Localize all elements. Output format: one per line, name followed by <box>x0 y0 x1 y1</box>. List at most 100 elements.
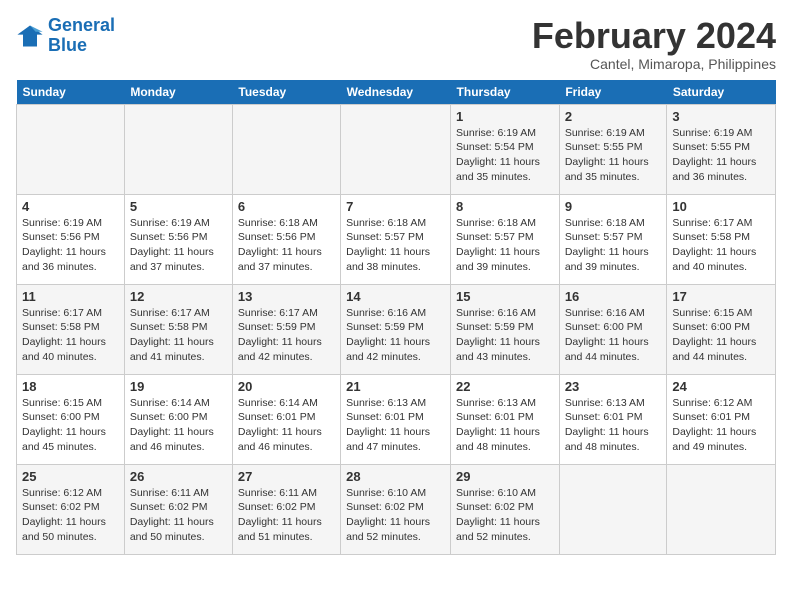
day-number: 2 <box>565 109 662 124</box>
day-of-week-header: Friday <box>559 80 667 105</box>
calendar-day-cell: 13 Sunrise: 6:17 AMSunset: 5:59 PMDayligh… <box>232 284 340 374</box>
day-info: Sunrise: 6:10 AMSunset: 6:02 PMDaylight:… <box>346 486 445 545</box>
day-info: Sunrise: 6:17 AMSunset: 5:58 PMDaylight:… <box>22 306 119 365</box>
calendar-day-cell: 29 Sunrise: 6:10 AMSunset: 6:02 PMDayligh… <box>451 464 560 554</box>
calendar-day-cell <box>17 104 125 194</box>
day-number: 5 <box>130 199 227 214</box>
day-info: Sunrise: 6:17 AMSunset: 5:58 PMDaylight:… <box>672 216 770 275</box>
day-info: Sunrise: 6:16 AMSunset: 5:59 PMDaylight:… <box>346 306 445 365</box>
day-number: 21 <box>346 379 445 394</box>
day-info: Sunrise: 6:19 AMSunset: 5:55 PMDaylight:… <box>565 126 662 185</box>
day-info: Sunrise: 6:16 AMSunset: 5:59 PMDaylight:… <box>456 306 554 365</box>
day-number: 12 <box>130 289 227 304</box>
day-info: Sunrise: 6:18 AMSunset: 5:57 PMDaylight:… <box>346 216 445 275</box>
day-info: Sunrise: 6:15 AMSunset: 6:00 PMDaylight:… <box>22 396 119 455</box>
day-info: Sunrise: 6:13 AMSunset: 6:01 PMDaylight:… <box>565 396 662 455</box>
day-number: 4 <box>22 199 119 214</box>
day-of-week-header: Sunday <box>17 80 125 105</box>
day-number: 23 <box>565 379 662 394</box>
calendar-day-cell: 11 Sunrise: 6:17 AMSunset: 5:58 PMDayligh… <box>17 284 125 374</box>
calendar-day-cell: 4 Sunrise: 6:19 AMSunset: 5:56 PMDaylight… <box>17 194 125 284</box>
day-number: 13 <box>238 289 335 304</box>
day-info: Sunrise: 6:13 AMSunset: 6:01 PMDaylight:… <box>346 396 445 455</box>
day-number: 28 <box>346 469 445 484</box>
day-of-week-header: Thursday <box>451 80 560 105</box>
calendar-day-cell: 16 Sunrise: 6:16 AMSunset: 6:00 PMDayligh… <box>559 284 667 374</box>
day-number: 6 <box>238 199 335 214</box>
calendar-day-cell: 5Sunrise: 6:19 AMSunset: 5:56 PMDaylight… <box>124 194 232 284</box>
calendar-day-cell <box>559 464 667 554</box>
day-info: Sunrise: 6:18 AMSunset: 5:57 PMDaylight:… <box>456 216 554 275</box>
month-title: February 2024 <box>532 16 776 56</box>
calendar-day-cell: 1 Sunrise: 6:19 AMSunset: 5:54 PMDaylight… <box>451 104 560 194</box>
day-number: 15 <box>456 289 554 304</box>
day-info: Sunrise: 6:18 AMSunset: 5:56 PMDaylight:… <box>238 216 335 275</box>
calendar-day-cell <box>232 104 340 194</box>
day-of-week-header: Monday <box>124 80 232 105</box>
day-info: Sunrise: 6:19 AMSunset: 5:54 PMDaylight:… <box>456 126 554 185</box>
calendar-day-cell: 17 Sunrise: 6:15 AMSunset: 6:00 PMDayligh… <box>667 284 776 374</box>
calendar-day-cell <box>124 104 232 194</box>
day-info: Sunrise: 6:19 AMSunset: 5:56 PMDaylight:… <box>22 216 119 275</box>
day-number: 26 <box>130 469 227 484</box>
day-number: 16 <box>565 289 662 304</box>
title-block: February 2024 Cantel, Mimaropa, Philippi… <box>532 16 776 72</box>
day-number: 3 <box>672 109 770 124</box>
calendar-day-cell: 27 Sunrise: 6:11 AMSunset: 6:02 PMDayligh… <box>232 464 340 554</box>
day-number: 25 <box>22 469 119 484</box>
calendar-day-cell: 14 Sunrise: 6:16 AMSunset: 5:59 PMDayligh… <box>341 284 451 374</box>
day-info: Sunrise: 6:12 AMSunset: 6:01 PMDaylight:… <box>672 396 770 455</box>
calendar-day-cell: 12 Sunrise: 6:17 AMSunset: 5:58 PMDayligh… <box>124 284 232 374</box>
calendar-day-cell: 21 Sunrise: 6:13 AMSunset: 6:01 PMDayligh… <box>341 374 451 464</box>
day-info: Sunrise: 6:11 AMSunset: 6:02 PMDaylight:… <box>238 486 335 545</box>
day-number: 17 <box>672 289 770 304</box>
calendar-day-cell <box>667 464 776 554</box>
day-number: 29 <box>456 469 554 484</box>
day-number: 11 <box>22 289 119 304</box>
day-info: Sunrise: 6:18 AMSunset: 5:57 PMDaylight:… <box>565 216 662 275</box>
logo-text: General Blue <box>48 16 115 56</box>
calendar-day-cell: 15 Sunrise: 6:16 AMSunset: 5:59 PMDayligh… <box>451 284 560 374</box>
calendar-day-cell: 8Sunrise: 6:18 AMSunset: 5:57 PMDaylight… <box>451 194 560 284</box>
day-info: Sunrise: 6:11 AMSunset: 6:02 PMDaylight:… <box>130 486 227 545</box>
calendar-day-cell: 26 Sunrise: 6:11 AMSunset: 6:02 PMDayligh… <box>124 464 232 554</box>
day-number: 10 <box>672 199 770 214</box>
day-number: 1 <box>456 109 554 124</box>
day-info: Sunrise: 6:13 AMSunset: 6:01 PMDaylight:… <box>456 396 554 455</box>
day-info: Sunrise: 6:15 AMSunset: 6:00 PMDaylight:… <box>672 306 770 365</box>
calendar-day-cell: 22 Sunrise: 6:13 AMSunset: 6:01 PMDayligh… <box>451 374 560 464</box>
calendar-day-cell: 20Sunrise: 6:14 AMSunset: 6:01 PMDayligh… <box>232 374 340 464</box>
day-number: 22 <box>456 379 554 394</box>
calendar-day-cell: 2 Sunrise: 6:19 AMSunset: 5:55 PMDaylight… <box>559 104 667 194</box>
day-number: 27 <box>238 469 335 484</box>
day-info: Sunrise: 6:17 AMSunset: 5:59 PMDaylight:… <box>238 306 335 365</box>
day-number: 19 <box>130 379 227 394</box>
calendar-day-cell: 6 Sunrise: 6:18 AMSunset: 5:56 PMDaylight… <box>232 194 340 284</box>
calendar-day-cell: 18Sunrise: 6:15 AMSunset: 6:00 PMDayligh… <box>17 374 125 464</box>
calendar-day-cell: 23 Sunrise: 6:13 AMSunset: 6:01 PMDayligh… <box>559 374 667 464</box>
calendar-week-row: 11 Sunrise: 6:17 AMSunset: 5:58 PMDayligh… <box>17 284 776 374</box>
calendar-day-cell: 9 Sunrise: 6:18 AMSunset: 5:57 PMDaylight… <box>559 194 667 284</box>
day-info: Sunrise: 6:19 AMSunset: 5:55 PMDaylight:… <box>672 126 770 185</box>
logo-icon <box>16 22 44 50</box>
day-info: Sunrise: 6:10 AMSunset: 6:02 PMDaylight:… <box>456 486 554 545</box>
day-number: 14 <box>346 289 445 304</box>
calendar-day-cell <box>341 104 451 194</box>
day-number: 24 <box>672 379 770 394</box>
calendar-day-cell: 3 Sunrise: 6:19 AMSunset: 5:55 PMDaylight… <box>667 104 776 194</box>
calendar-week-row: 25 Sunrise: 6:12 AMSunset: 6:02 PMDayligh… <box>17 464 776 554</box>
calendar-day-cell: 10 Sunrise: 6:17 AMSunset: 5:58 PMDayligh… <box>667 194 776 284</box>
day-number: 20 <box>238 379 335 394</box>
day-of-week-header: Saturday <box>667 80 776 105</box>
calendar-day-cell: 28 Sunrise: 6:10 AMSunset: 6:02 PMDayligh… <box>341 464 451 554</box>
location: Cantel, Mimaropa, Philippines <box>532 56 776 72</box>
day-of-week-header: Wednesday <box>341 80 451 105</box>
day-info: Sunrise: 6:12 AMSunset: 6:02 PMDaylight:… <box>22 486 119 545</box>
day-info: Sunrise: 6:16 AMSunset: 6:00 PMDaylight:… <box>565 306 662 365</box>
calendar-day-cell: 19Sunrise: 6:14 AMSunset: 6:00 PMDayligh… <box>124 374 232 464</box>
page-header: General Blue February 2024 Cantel, Mimar… <box>16 16 776 72</box>
calendar-week-row: 18Sunrise: 6:15 AMSunset: 6:00 PMDayligh… <box>17 374 776 464</box>
day-number: 9 <box>565 199 662 214</box>
day-info: Sunrise: 6:17 AMSunset: 5:58 PMDaylight:… <box>130 306 227 365</box>
calendar-header-row: SundayMondayTuesdayWednesdayThursdayFrid… <box>17 80 776 105</box>
